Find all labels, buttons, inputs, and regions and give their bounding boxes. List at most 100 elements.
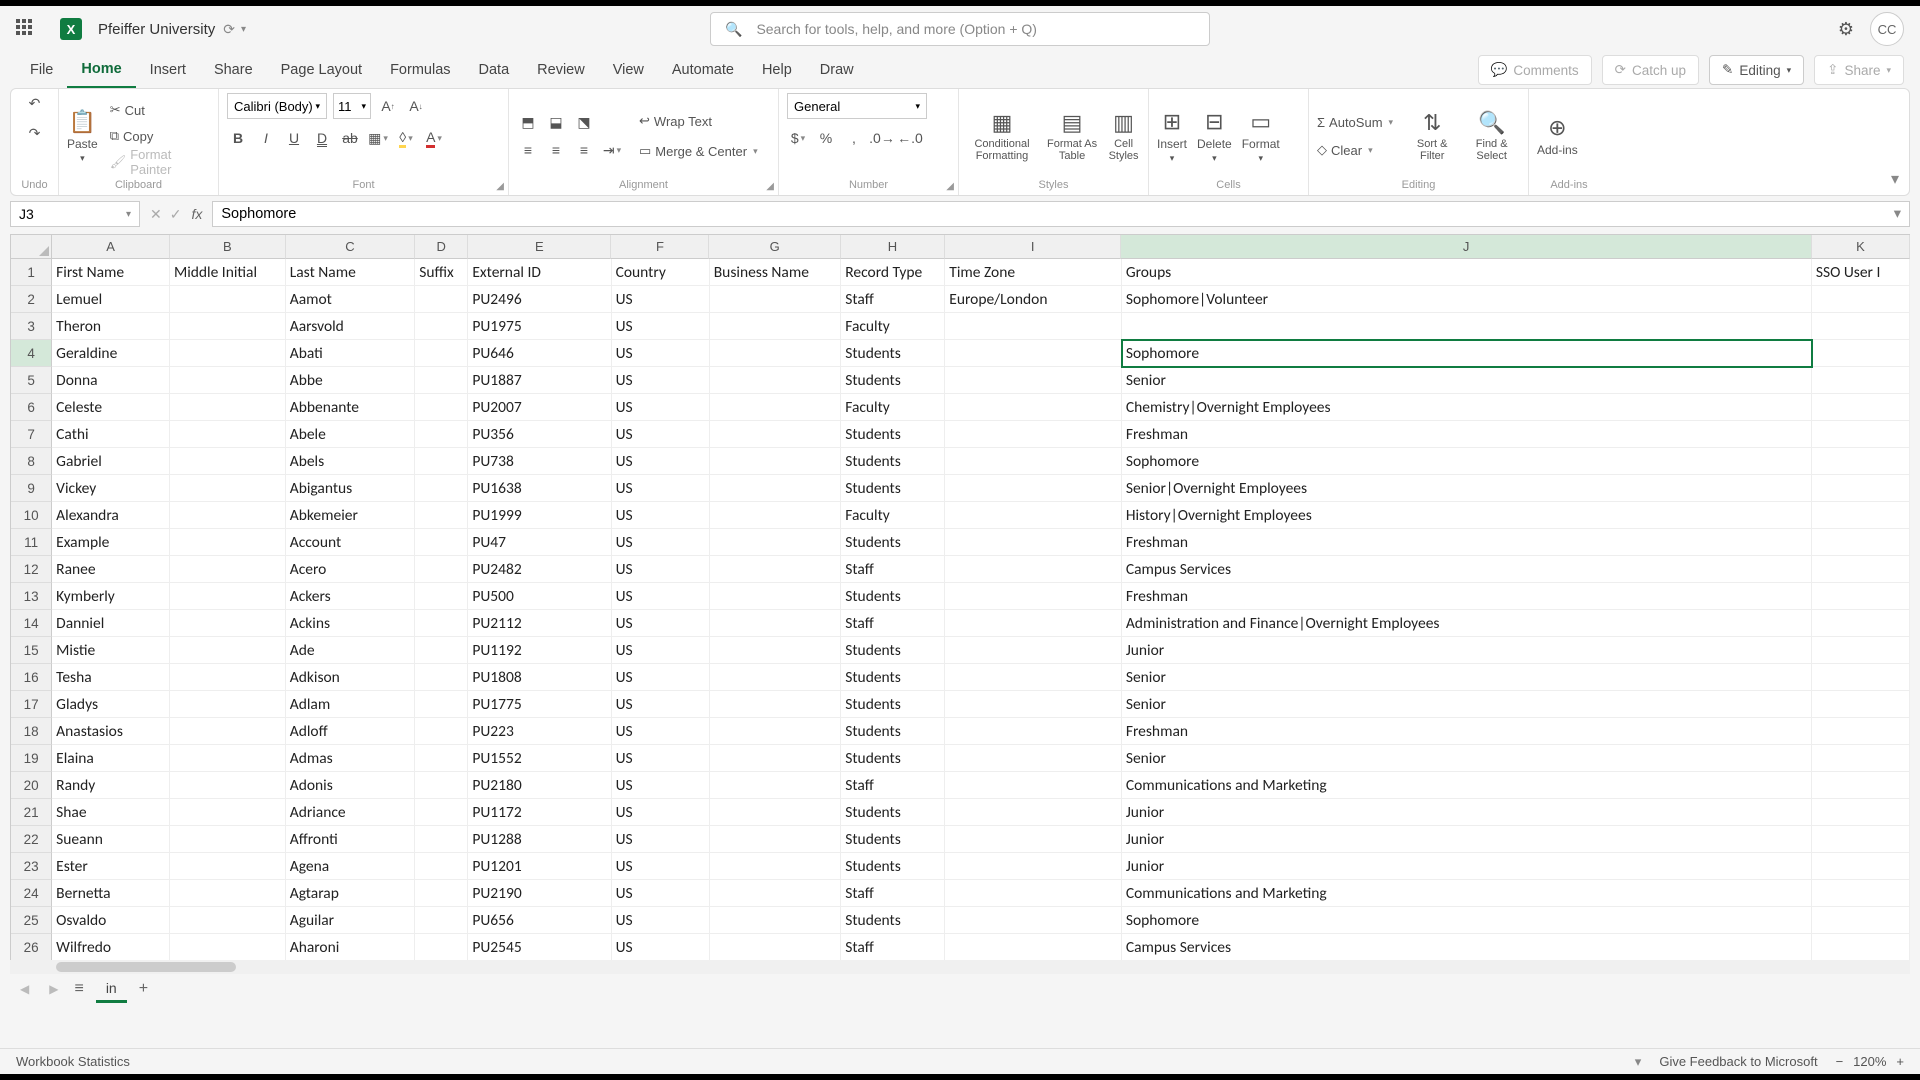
cell[interactable]: US <box>612 610 710 637</box>
sync-icon[interactable]: ⟳ <box>223 21 235 38</box>
tab-file[interactable]: File <box>16 52 67 88</box>
tab-home[interactable]: Home <box>67 52 135 88</box>
cell[interactable]: US <box>612 691 710 718</box>
cell[interactable] <box>945 340 1122 367</box>
cell[interactable]: PU500 <box>468 583 611 610</box>
cell[interactable] <box>945 691 1122 718</box>
sheet-next-icon[interactable]: ▶ <box>45 982 62 996</box>
row-header[interactable]: 1 <box>11 259 52 286</box>
cell[interactable] <box>415 610 468 637</box>
tab-help[interactable]: Help <box>748 52 806 88</box>
cell[interactable]: PU1638 <box>468 475 611 502</box>
expand-formula-icon[interactable]: ▾ <box>1894 206 1901 222</box>
cell[interactable]: US <box>612 448 710 475</box>
cell[interactable]: PU1775 <box>468 691 611 718</box>
tab-insert[interactable]: Insert <box>136 52 200 88</box>
cell[interactable] <box>415 664 468 691</box>
cell[interactable]: Abels <box>286 448 416 475</box>
cell[interactable]: Students <box>841 529 945 556</box>
redo-button[interactable]: ↷ <box>25 123 45 143</box>
cell[interactable]: Sophomore|Volunteer <box>1122 286 1812 313</box>
row-header[interactable]: 9 <box>11 475 52 502</box>
cell[interactable] <box>170 583 286 610</box>
align-bottom-button[interactable]: ⬔ <box>573 111 595 133</box>
cell[interactable] <box>1812 772 1910 799</box>
cell[interactable]: Tesha <box>52 664 170 691</box>
cell[interactable]: Students <box>841 853 945 880</box>
cell[interactable]: Example <box>52 529 170 556</box>
column-header-D[interactable]: D <box>415 235 468 259</box>
cell[interactable]: Freshman <box>1122 421 1812 448</box>
cell[interactable]: Faculty <box>841 313 945 340</box>
column-header-I[interactable]: I <box>945 235 1122 259</box>
paste-button[interactable]: 📋 Paste ▾ <box>67 109 98 164</box>
cell[interactable] <box>170 367 286 394</box>
cell[interactable] <box>415 880 468 907</box>
cell[interactable] <box>1812 556 1910 583</box>
cell[interactable]: Communications and Marketing <box>1122 772 1812 799</box>
row-header[interactable]: 8 <box>11 448 52 475</box>
cell[interactable] <box>1812 718 1910 745</box>
cell[interactable] <box>710 610 841 637</box>
gear-icon[interactable]: ⚙ <box>1838 19 1854 40</box>
sheet-prev-icon[interactable]: ◀ <box>16 982 33 996</box>
cell[interactable]: Adlam <box>286 691 416 718</box>
cell[interactable] <box>1812 286 1910 313</box>
cell[interactable] <box>415 583 468 610</box>
search-input[interactable]: 🔍 Search for tools, help, and more (Opti… <box>710 12 1210 46</box>
cell[interactable] <box>415 556 468 583</box>
cell[interactable] <box>945 502 1122 529</box>
row-header[interactable]: 19 <box>11 745 52 772</box>
cell[interactable]: Adriance <box>286 799 416 826</box>
cell[interactable] <box>1812 907 1910 934</box>
decrease-decimal-button[interactable]: ←.0 <box>899 127 921 149</box>
cell[interactable] <box>945 529 1122 556</box>
cell[interactable] <box>1812 826 1910 853</box>
cell[interactable]: Mistie <box>52 637 170 664</box>
cell[interactable] <box>415 313 468 340</box>
document-name[interactable]: Pfeiffer University <box>98 21 215 38</box>
cell[interactable]: Staff <box>841 556 945 583</box>
cell[interactable] <box>415 367 468 394</box>
cell[interactable]: US <box>612 313 710 340</box>
tab-review[interactable]: Review <box>523 52 599 88</box>
row-header[interactable]: 6 <box>11 394 52 421</box>
cell[interactable]: Students <box>841 907 945 934</box>
cell[interactable]: PU1201 <box>468 853 611 880</box>
number-dialog-launcher-icon[interactable]: ◢ <box>946 181 954 192</box>
cell[interactable]: US <box>612 934 710 960</box>
cell[interactable] <box>1812 394 1910 421</box>
cell[interactable] <box>710 475 841 502</box>
catchup-button[interactable]: ⟳Catch up <box>1602 55 1699 85</box>
tab-share[interactable]: Share <box>200 52 267 88</box>
cell[interactable] <box>1122 313 1812 340</box>
number-format-select[interactable]: General▾ <box>787 93 927 119</box>
autosum-button[interactable]: ΣAutoSum <box>1317 110 1393 134</box>
cell[interactable]: PU1999 <box>468 502 611 529</box>
cell[interactable]: Ackins <box>286 610 416 637</box>
cell[interactable] <box>945 853 1122 880</box>
cell[interactable]: Agtarap <box>286 880 416 907</box>
accept-formula-icon[interactable]: ✓ <box>170 206 182 223</box>
row-header[interactable]: 17 <box>11 691 52 718</box>
cell[interactable] <box>415 799 468 826</box>
cell[interactable]: Junior <box>1122 826 1812 853</box>
cell[interactable] <box>170 826 286 853</box>
cell[interactable]: Students <box>841 340 945 367</box>
cell[interactable]: Groups <box>1122 259 1812 286</box>
cell[interactable] <box>710 907 841 934</box>
cell[interactable]: Ester <box>52 853 170 880</box>
cell[interactable] <box>415 934 468 960</box>
cell[interactable]: Staff <box>841 286 945 313</box>
cell[interactable]: Randy <box>52 772 170 799</box>
app-launcher-icon[interactable] <box>16 19 36 39</box>
cell[interactable] <box>710 664 841 691</box>
status-menu-icon[interactable]: ▾ <box>1635 1054 1642 1070</box>
cell[interactable] <box>415 907 468 934</box>
accounting-format-button[interactable]: $ <box>787 127 809 149</box>
cell[interactable] <box>1812 934 1910 960</box>
cell[interactable]: US <box>612 556 710 583</box>
column-header-C[interactable]: C <box>286 235 415 259</box>
conditional-formatting-button[interactable]: ▦Conditional Formatting <box>967 110 1037 162</box>
cell[interactable]: Adloff <box>286 718 416 745</box>
